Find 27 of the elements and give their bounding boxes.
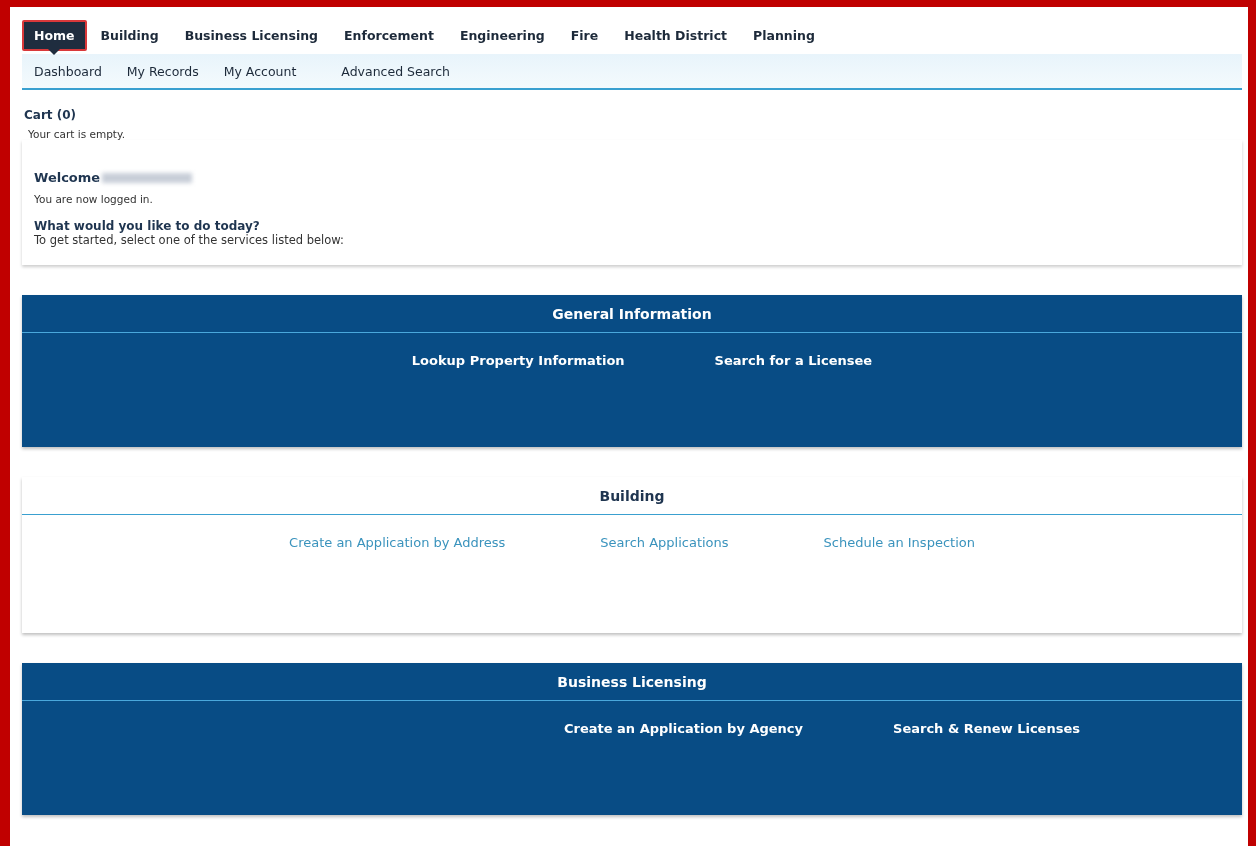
service-link[interactable]: Create an Application by Agency — [564, 721, 804, 736]
cart-message: Your cart is empty. — [28, 128, 126, 140]
cart-title[interactable]: Cart (0) — [24, 108, 1242, 122]
question-heading: What would you like to do today? — [34, 219, 261, 233]
service-link[interactable]: Search for a Licensee — [714, 353, 873, 368]
nav-tab[interactable]: Enforcement — [332, 19, 446, 51]
instruction-text: To get started, select one of the services listed below: — [34, 233, 345, 247]
login-status: You are now logged in. — [34, 193, 154, 205]
welcome-heading: Welcome — [34, 170, 101, 185]
nav-tab[interactable]: Health District — [612, 19, 739, 51]
panel-title: Business Licensing — [22, 663, 1242, 701]
sub-nav-link[interactable]: Dashboard — [24, 63, 117, 79]
nav-tab[interactable]: Building — [88, 19, 171, 51]
panel-title: General Information — [22, 295, 1242, 333]
nav-tab[interactable]: Planning — [741, 19, 827, 51]
service-link[interactable]: Create an Application by Address — [289, 535, 506, 550]
panel-title: Building — [22, 477, 1242, 515]
sub-nav-link[interactable]: My Account — [213, 63, 312, 79]
service-link[interactable]: Lookup Property Information — [411, 353, 625, 368]
sub-nav-link[interactable]: Advanced Search — [311, 63, 465, 79]
nav-tab[interactable]: Business Licensing — [172, 19, 330, 51]
sub-nav-link[interactable]: My Records — [116, 63, 214, 79]
service-link[interactable]: Search Applications — [600, 535, 729, 550]
service-link[interactable]: Search & Renew Licenses — [893, 721, 1080, 736]
nav-tab[interactable]: Engineering — [447, 19, 557, 51]
nav-tab[interactable]: Fire — [558, 19, 611, 51]
service-link[interactable]: Schedule an Inspection — [823, 535, 975, 550]
